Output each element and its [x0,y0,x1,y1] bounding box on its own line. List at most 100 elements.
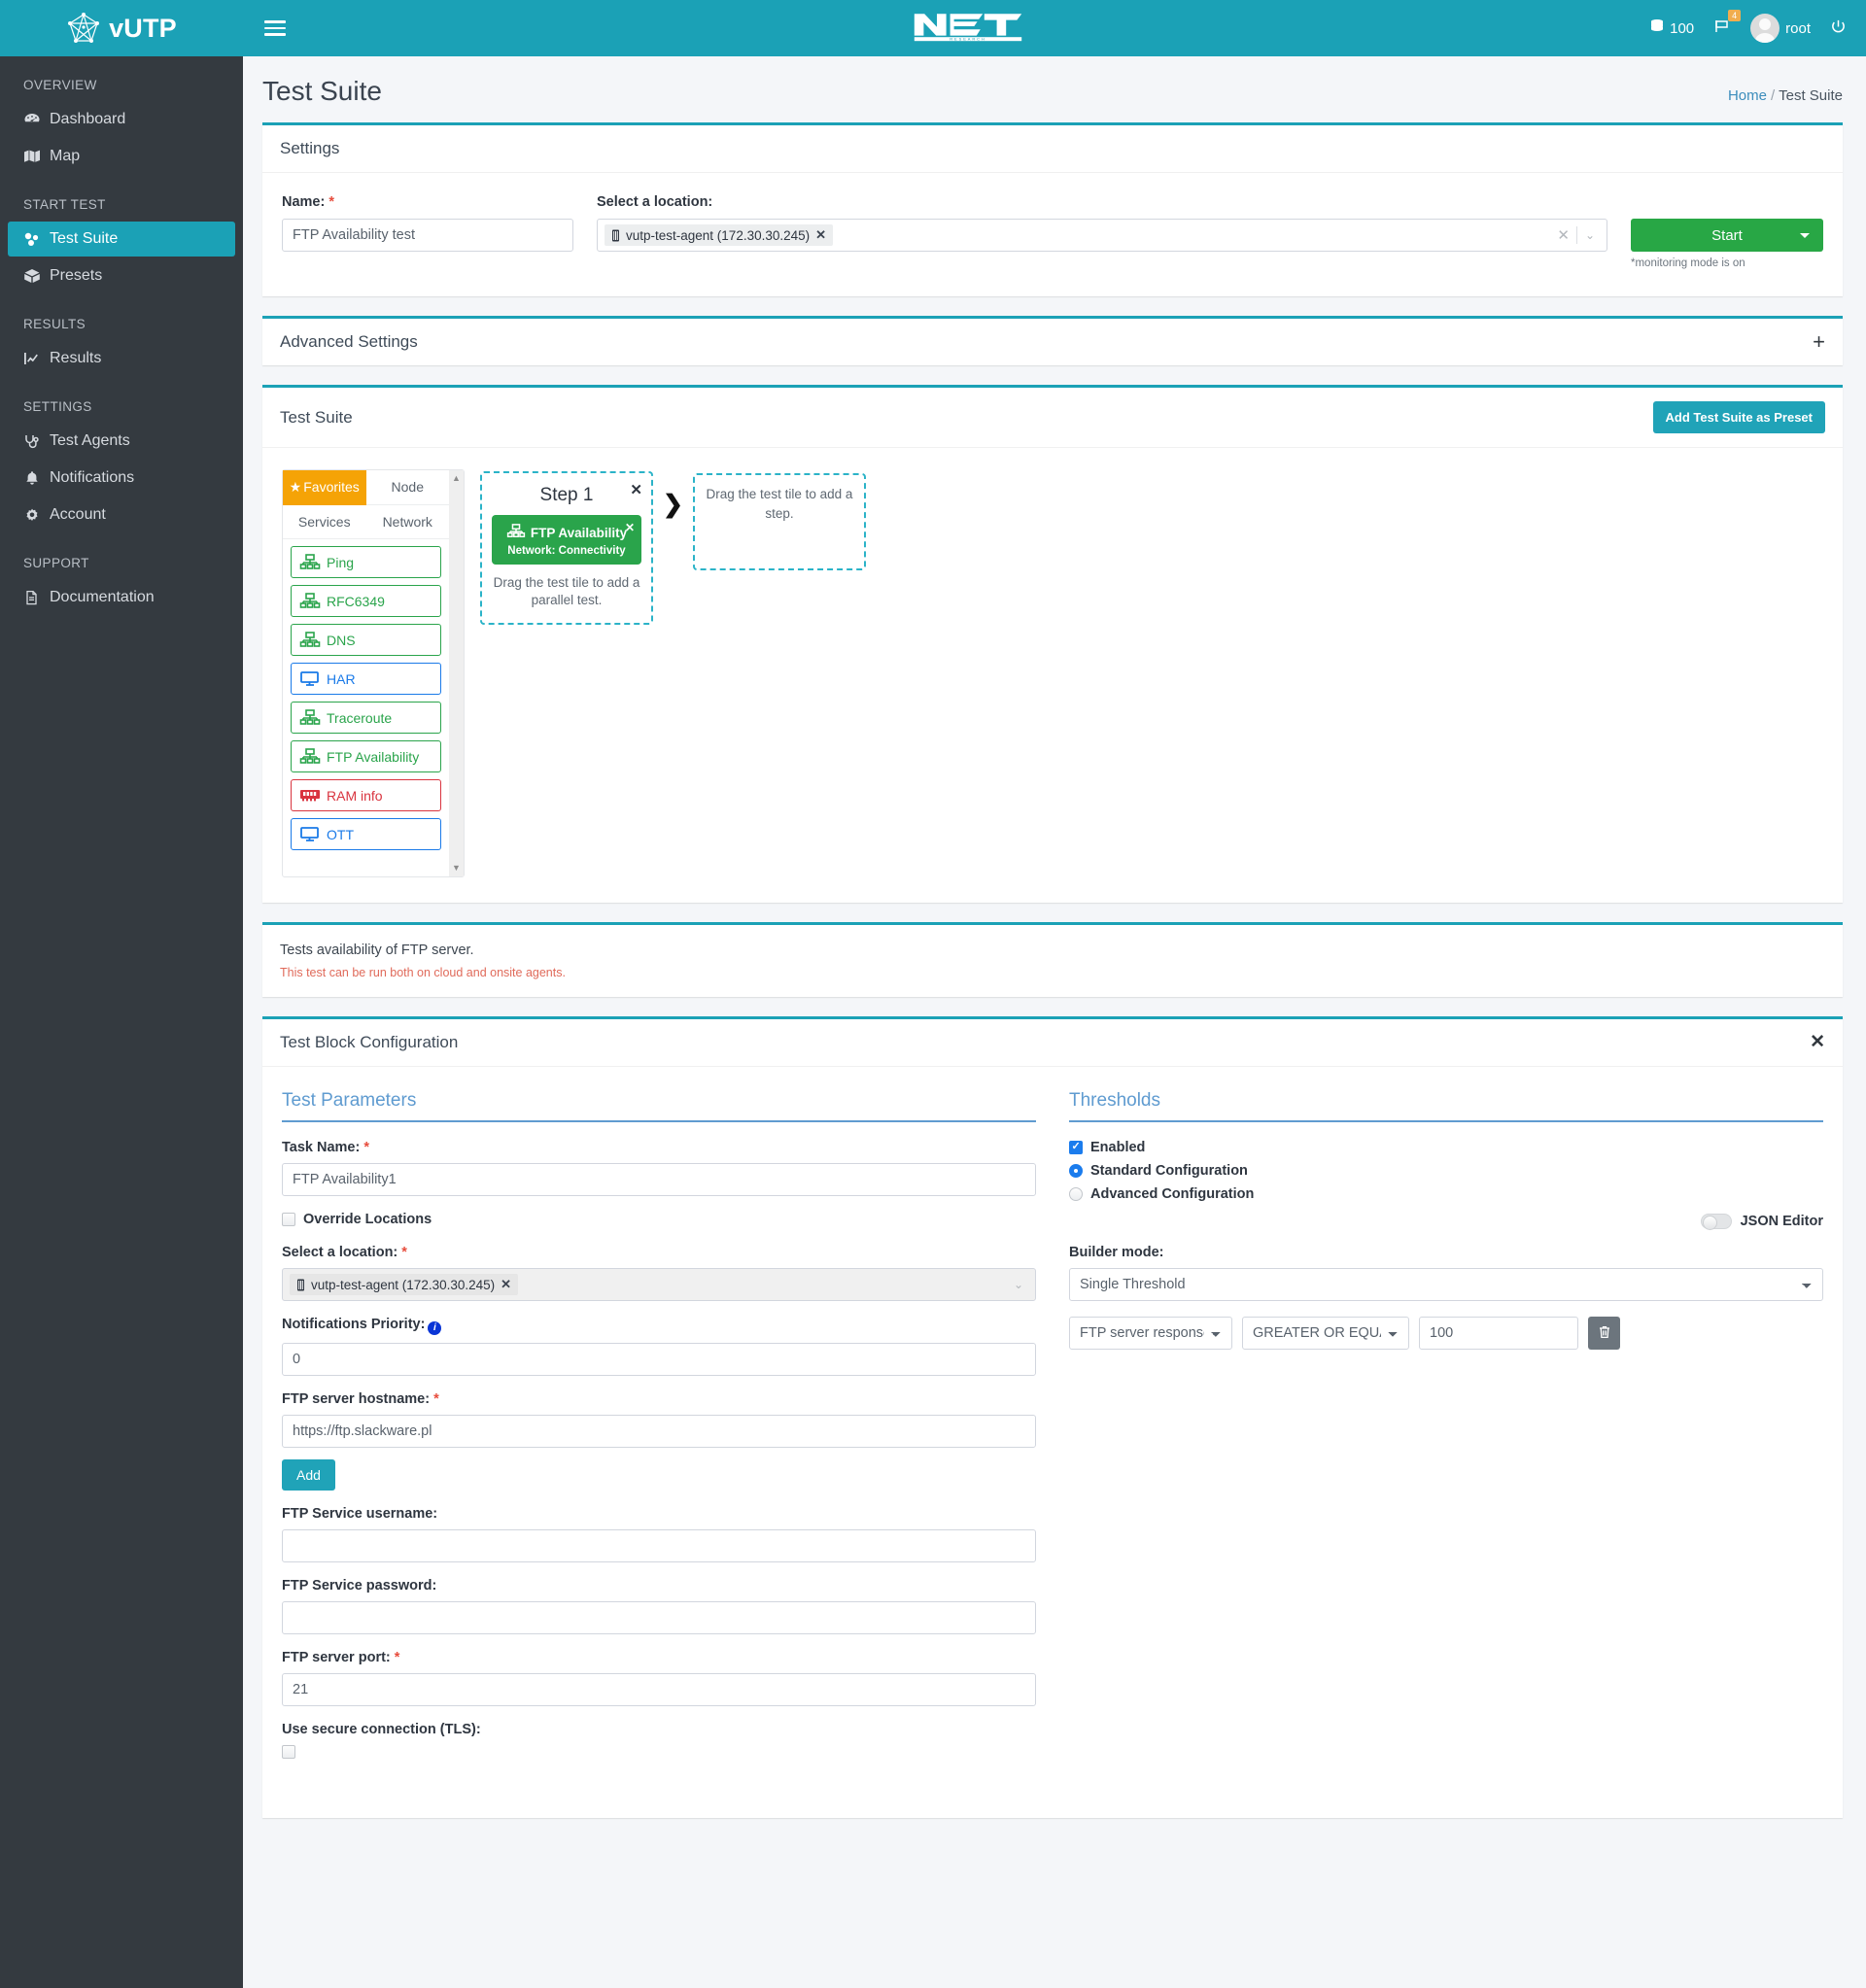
json-editor-toggle[interactable] [1700,1214,1732,1230]
ftp-hostname-field: FTP server hostname: * Add [282,1391,1036,1491]
add-hostname-button[interactable]: Add [282,1458,335,1491]
flag-badge: 4 [1728,10,1742,21]
chip-remove-icon[interactable]: ✕ [815,227,826,243]
test-tile-traceroute[interactable]: Traceroute [291,702,441,734]
required-marker: * [401,1245,407,1260]
sidebar-item-map[interactable]: Map [0,139,243,174]
chevron-down-icon[interactable]: ⌄ [1006,1278,1031,1291]
task-name-input[interactable] [282,1163,1036,1196]
test-tile-har[interactable]: HAR [291,663,441,695]
delete-threshold-button[interactable] [1588,1317,1620,1350]
add-test-suite-as-preset-button[interactable]: Add Test Suite as Preset [1652,401,1825,433]
location-field-group: Select a location: vutp-test-agent (172.… [597,194,1607,252]
override-locations-checkbox[interactable] [282,1213,295,1226]
threshold-operator-select[interactable]: GREATER OR EQUAL THAN [1242,1317,1409,1350]
tls-field: Use secure connection (TLS): [282,1722,1036,1764]
standard-configuration-row[interactable]: Standard Configuration [1069,1163,1823,1179]
tab-favorites[interactable]: ★ Favorites [283,470,366,505]
chip-remove-icon[interactable]: ✕ [501,1277,511,1292]
tls-checkbox[interactable] [282,1744,295,1759]
location-multiselect[interactable]: vutp-test-agent (172.30.30.245) ✕ ✕ ⌄ [597,219,1607,252]
monitor-icon [299,670,321,687]
sidebar-item-test-agents[interactable]: Test Agents [0,424,243,459]
start-field-group: Start *monitoring mode is on [1631,194,1823,269]
sidebar-item-dashboard[interactable]: Dashboard [0,102,243,137]
chevron-right-icon: ❯ [663,491,683,518]
notifications-priority-input[interactable] [282,1342,1036,1376]
close-icon[interactable]: ✕ [630,481,642,498]
network-icon [299,709,321,726]
step-1[interactable]: ✕ Step 1 ✕ FTP Availability Network: Con… [480,471,653,626]
threshold-metric-select[interactable]: FTP server response time [1069,1317,1232,1350]
thresholds-enabled-label: Enabled [1090,1140,1146,1155]
scroll-down-icon[interactable]: ▼ [452,864,461,873]
flag-indicator[interactable]: 4 [1713,10,1742,38]
ftp-hostname-input[interactable] [282,1414,1036,1448]
info-icon[interactable]: i [428,1320,442,1335]
builder-mode-select[interactable]: Single Threshold [1069,1268,1823,1301]
advanced-settings-card[interactable]: Advanced Settings + [262,316,1843,365]
start-button[interactable]: Start [1631,219,1823,252]
network-icon [299,748,321,765]
sidebar-item-label: Test Suite [50,230,119,247]
test-tile-ping[interactable]: Ping [291,546,441,578]
plus-icon[interactable]: + [1813,331,1825,353]
test-name-input[interactable] [282,219,573,252]
threshold-rule-row: FTP server response time GREATER OR EQUA… [1069,1317,1823,1350]
sidebar-item-account[interactable]: Account [0,497,243,532]
sidebar-item-test-suite[interactable]: Test Suite [8,222,235,257]
database-icon [1650,18,1664,38]
test-tile-dns[interactable]: DNS [291,624,441,656]
hamburger-icon[interactable] [264,17,286,40]
test-tile-ftp-availability[interactable]: FTP Availability [291,740,441,772]
close-icon[interactable]: ✕ [625,521,635,534]
sidebar-section-results: RESULTS [23,317,86,331]
sidebar-item-notifications[interactable]: Notifications [0,461,243,496]
json-editor-row[interactable]: JSON Editor [1069,1214,1823,1230]
user-menu[interactable]: root [1750,14,1811,43]
step-dropzone[interactable]: Drag the test tile to add a step. [692,473,866,570]
chevron-down-icon[interactable]: ⌄ [1577,228,1603,242]
sidebar-item-presets[interactable]: Presets [0,258,243,293]
credits-indicator[interactable]: 100 [1650,18,1694,38]
advanced-settings-header[interactable]: Advanced Settings + [262,319,1843,365]
standard-configuration-radio[interactable] [1069,1164,1083,1178]
location-label: Select a location: [597,194,713,210]
sidebar-item-label: Map [50,148,81,164]
caret-down-icon[interactable] [1800,233,1810,238]
advanced-configuration-row[interactable]: Advanced Configuration [1069,1186,1823,1202]
advanced-configuration-radio[interactable] [1069,1187,1083,1201]
override-locations-row[interactable]: Override Locations [282,1212,1036,1227]
test-tile-ram-info[interactable]: RAM info [291,779,441,811]
sidebar-item-results[interactable]: Results [0,341,243,376]
settings-card: Settings Name: * Select a location: [262,122,1843,296]
test-tile-ott[interactable]: OTT [291,818,441,850]
thresholds-enabled-row[interactable]: Enabled [1069,1140,1823,1155]
start-button-label: Start [1711,226,1743,244]
thresholds-enabled-checkbox[interactable] [1069,1140,1083,1154]
breadcrumb-home[interactable]: Home [1728,87,1767,104]
clear-icon[interactable]: ✕ [1550,226,1576,244]
test-suite-icon [23,231,41,247]
close-icon[interactable]: ✕ [1810,1033,1825,1051]
network-nodes-logo-icon [66,12,101,45]
tab-network[interactable]: Network [365,505,449,539]
tab-node[interactable]: Node [365,470,449,505]
ftp-port-input[interactable] [282,1672,1036,1706]
brand[interactable]: vUTP [0,0,243,56]
sidebar: vUTP OVERVIEW Dashboard Map START TEST T… [0,0,243,1988]
sidebar-item-documentation[interactable]: Documentation [0,580,243,615]
sidebar-item-label: Test Agents [50,432,130,449]
threshold-value-input[interactable] [1419,1317,1578,1350]
breadcrumb-current: Test Suite [1779,87,1843,104]
config-location-multiselect[interactable]: vutp-test-agent (172.30.30.245) ✕ ⌄ [282,1268,1036,1301]
chart-line-icon [23,351,41,366]
scroll-up-icon[interactable]: ▲ [452,474,461,483]
tab-services[interactable]: Services [283,505,366,539]
test-tile-rfc6349[interactable]: RFC6349 [291,585,441,617]
tile-list-scrollbar[interactable]: ▲ ▼ [449,470,464,876]
ftp-password-input[interactable] [282,1600,1036,1634]
logout-button[interactable] [1830,18,1847,39]
ftp-username-input[interactable] [282,1528,1036,1562]
step-test-tile-ftp-availability[interactable]: ✕ FTP Availability Network: Connectivity [492,515,641,565]
